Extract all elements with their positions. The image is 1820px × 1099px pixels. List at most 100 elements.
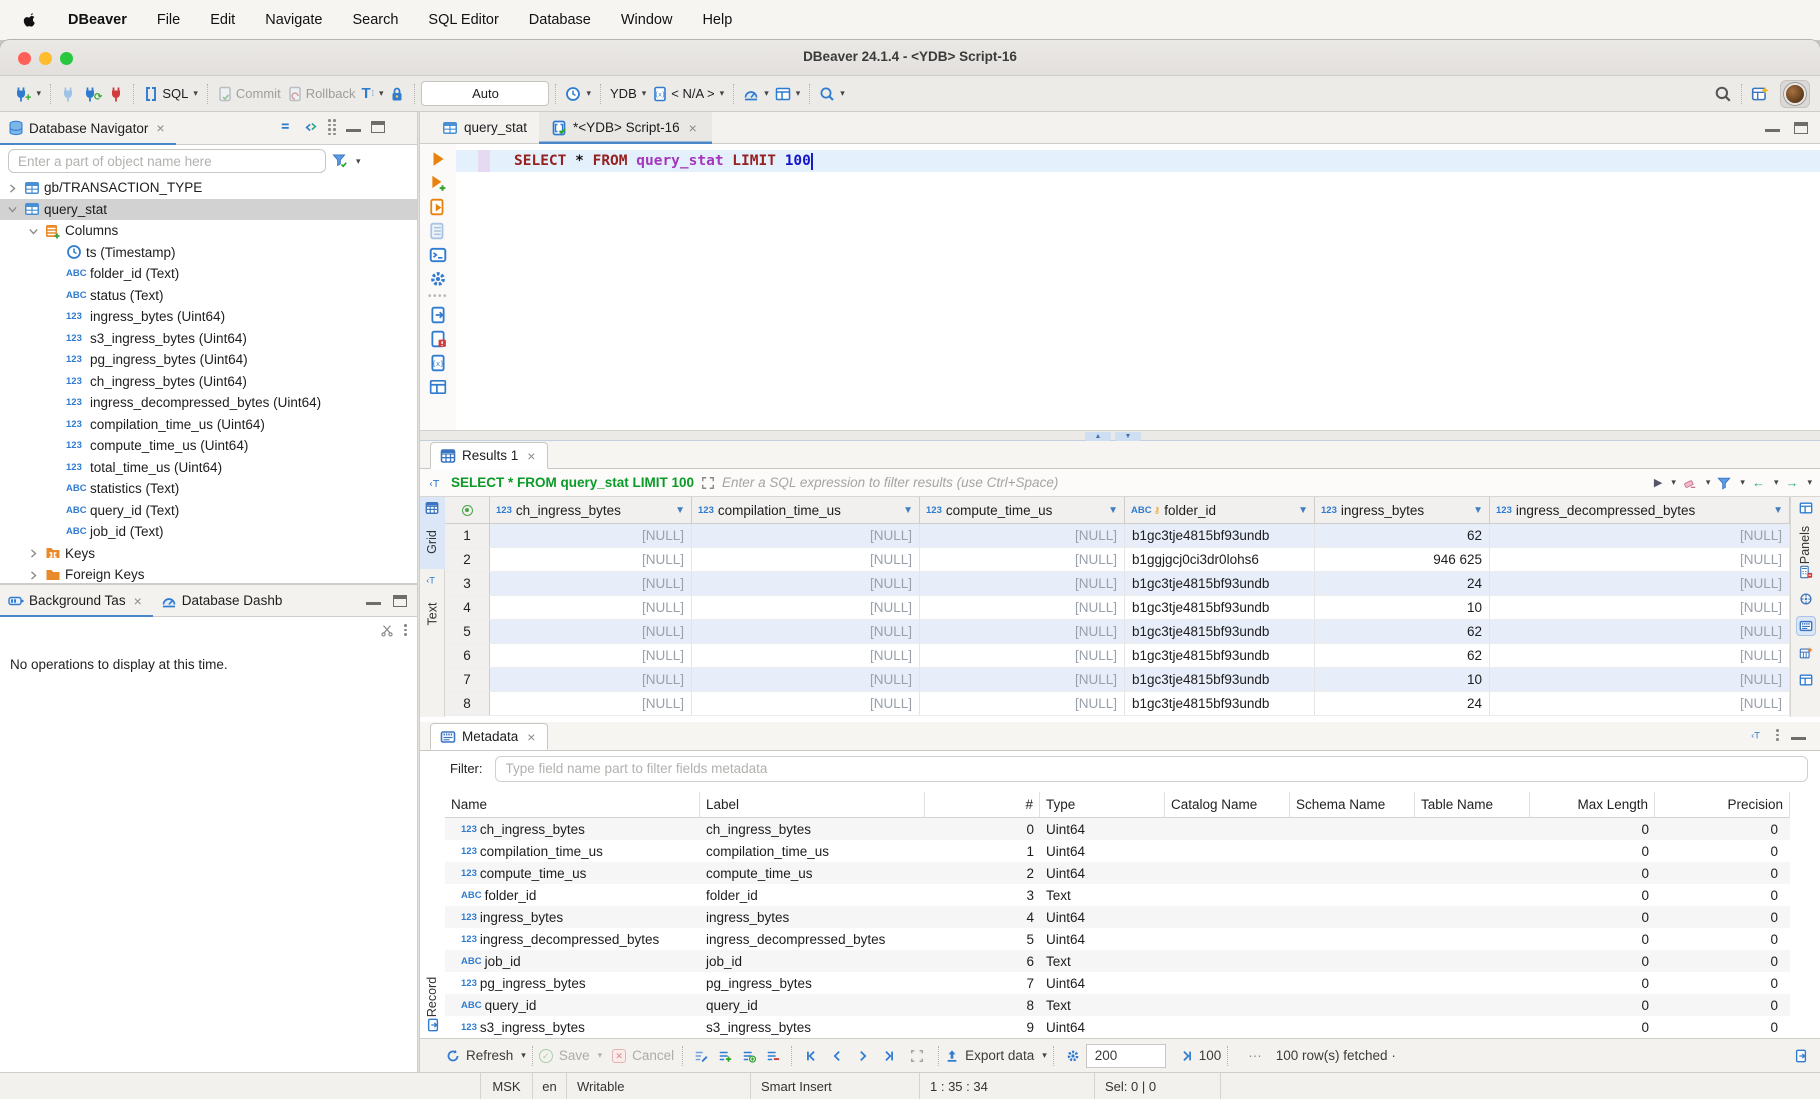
grid-cell[interactable]: [NULL] [692, 620, 920, 643]
user-profile-button[interactable] [1780, 80, 1810, 108]
metadata-row[interactable]: 123compilation_time_us compilation_time_… [445, 840, 1790, 862]
editor-settings-icon[interactable] [429, 270, 447, 288]
open-console-icon[interactable] [429, 246, 447, 264]
sql-editor[interactable]: SELECT * FROM query_stat LIMIT 100 [456, 144, 1820, 430]
minimize-editor-icon[interactable] [1765, 123, 1780, 132]
editor-results-splitter[interactable]: ▲ ▼ [420, 430, 1820, 441]
grid-cell[interactable]: [NULL] [692, 644, 920, 667]
grid-cell[interactable]: [NULL] [1490, 548, 1790, 571]
view-menu-icon[interactable] [404, 624, 407, 636]
panels-icon[interactable] [1799, 501, 1813, 515]
metadata-column-maxlength[interactable]: Max Length [1530, 792, 1655, 817]
metadata-column-type[interactable]: Type [1040, 792, 1165, 817]
sort-dropdown-icon[interactable]: ▼ [903, 505, 913, 516]
dashboard-button[interactable]: ▾ [740, 84, 772, 104]
filter-dropdown-icon[interactable]: ▾ [356, 156, 361, 167]
grid-cell[interactable]: b1gc3tje4815bf93undb [1125, 524, 1315, 547]
tree-item[interactable]: 123ingress_bytes (Uint64) [0, 306, 417, 328]
execute-statement-icon[interactable] [429, 150, 447, 168]
sort-dropdown-icon[interactable]: ▼ [1473, 505, 1483, 516]
status-writable[interactable]: Writable [566, 1073, 750, 1099]
toolbar-drag-handle[interactable]: •••• [428, 294, 448, 300]
tree-item[interactable]: 123ch_ingress_bytes (Uint64) [0, 371, 417, 393]
tree-item[interactable]: 123compute_time_us (Uint64) [0, 435, 417, 457]
tree-expander-icon[interactable] [27, 224, 41, 238]
view-menu-icon[interactable] [328, 119, 336, 135]
grid-corner-button[interactable] [445, 497, 490, 523]
menu-file[interactable]: File [157, 12, 180, 28]
select-row-icon[interactable] [910, 1049, 924, 1063]
tab-results-1[interactable]: Results 1 × [430, 442, 548, 469]
close-icon[interactable]: × [686, 120, 700, 136]
sql-text-icon[interactable] [428, 475, 444, 491]
sql-editor-button[interactable]: SQL▾ [140, 84, 201, 104]
sort-dropdown-icon[interactable]: ▼ [675, 505, 685, 516]
link-with-editor-icon[interactable] [304, 120, 318, 134]
grid-cell[interactable]: [NULL] [490, 572, 692, 595]
grid-cell[interactable]: [NULL] [1490, 572, 1790, 595]
menu-sql-editor[interactable]: SQL Editor [428, 12, 498, 28]
last-page-icon[interactable] [882, 1049, 896, 1063]
column-header-compute_time_us[interactable]: 123compute_time_us▼ [920, 497, 1125, 523]
status-caret-position[interactable]: 1 : 35 : 34 [919, 1073, 1094, 1099]
grid-cell[interactable]: [NULL] [920, 596, 1125, 619]
column-header-compilation_time_us[interactable]: 123compilation_time_us▼ [692, 497, 920, 523]
grid-cell[interactable]: [NULL] [1490, 524, 1790, 547]
row-number[interactable]: 5 [445, 620, 490, 643]
commit-button[interactable]: Commit [214, 84, 284, 104]
tree-item[interactable]: ts (Timestamp) [0, 242, 417, 264]
tree-item[interactable]: 123s3_ingress_bytes (Uint64) [0, 328, 417, 350]
close-icon[interactable]: × [153, 120, 167, 136]
lock-button[interactable] [386, 84, 408, 104]
row-number[interactable]: 6 [445, 644, 490, 667]
sort-dropdown-icon[interactable]: ▼ [1108, 505, 1118, 516]
grid-cell[interactable]: b1gc3tje4815bf93undb [1125, 692, 1315, 715]
export-from-query-icon[interactable] [429, 306, 447, 324]
filters-menu-icon[interactable] [1717, 476, 1731, 490]
grid-cell[interactable]: [NULL] [692, 692, 920, 715]
grid-cell[interactable]: [NULL] [692, 524, 920, 547]
column-header-folder_id[interactable]: ABC⚷folder_id▼ [1125, 497, 1315, 523]
presentation-text-tab[interactable]: Text [420, 569, 445, 639]
save-button[interactable]: ✓Save▾ [539, 1048, 602, 1063]
fetch-next-segment[interactable]: 100 [1180, 1048, 1222, 1063]
more-icon[interactable]: ··· [1248, 1048, 1262, 1063]
grid-cell[interactable]: b1ggjgcj0ci3dr0lohs6 [1125, 548, 1315, 571]
value-viewer-panel-icon[interactable] [1797, 590, 1815, 608]
variables-icon[interactable] [429, 354, 447, 372]
column-header-ingress_bytes[interactable]: 123ingress_bytes▼ [1315, 497, 1490, 523]
grid-cell[interactable]: [NULL] [490, 548, 692, 571]
add-row-icon[interactable] [718, 1049, 732, 1063]
filter-settings-icon[interactable] [332, 153, 348, 169]
tree-item[interactable]: Foreign Keys [0, 564, 417, 585]
tab-metadata[interactable]: Metadata × [430, 723, 548, 750]
quick-search-icon[interactable] [1711, 83, 1735, 105]
grid-cell[interactable]: [NULL] [1490, 692, 1790, 715]
grid-cell[interactable]: b1gc3tje4815bf93undb [1125, 596, 1315, 619]
menu-window[interactable]: Window [621, 12, 673, 28]
grid-cell[interactable]: [NULL] [920, 524, 1125, 547]
tab-script-16[interactable]: *<YDB> Script-16 × [539, 112, 712, 144]
maximize-view-icon[interactable] [371, 121, 385, 133]
transaction-history-button[interactable]: ▾ [562, 84, 594, 104]
grid-cell[interactable]: [NULL] [920, 620, 1125, 643]
tree-item[interactable]: ABCjob_id (Text) [0, 521, 417, 543]
execute-script-natively-icon[interactable] [429, 222, 447, 240]
collapse-all-icon[interactable] [280, 120, 294, 134]
new-window-button[interactable] [1748, 83, 1772, 105]
metadata-row[interactable]: 123s3_ingress_bytes s3_ingress_bytes 9 U… [445, 1016, 1790, 1038]
execute-in-new-tab-icon[interactable] [429, 174, 447, 192]
connect-button[interactable] [57, 84, 79, 104]
rollback-button[interactable]: Rollback [284, 84, 359, 104]
database-selector[interactable]: < N/A >▾ [649, 84, 727, 104]
object-search-input[interactable] [8, 149, 326, 173]
tab-query-stat[interactable]: query_stat [430, 112, 539, 144]
tree-item[interactable]: 123total_time_us (Uint64) [0, 457, 417, 479]
metadata-row[interactable]: 123compute_time_us compute_time_us 2 Uin… [445, 862, 1790, 884]
disconnect-button[interactable] [105, 84, 127, 104]
tree-item[interactable]: ABCstatistics (Text) [0, 478, 417, 500]
close-icon[interactable]: × [131, 593, 145, 609]
export-data-button[interactable]: Export data▾ [945, 1048, 1047, 1063]
show-log-icon[interactable] [429, 330, 447, 348]
metadata-column-tablename[interactable]: Table Name [1415, 792, 1530, 817]
